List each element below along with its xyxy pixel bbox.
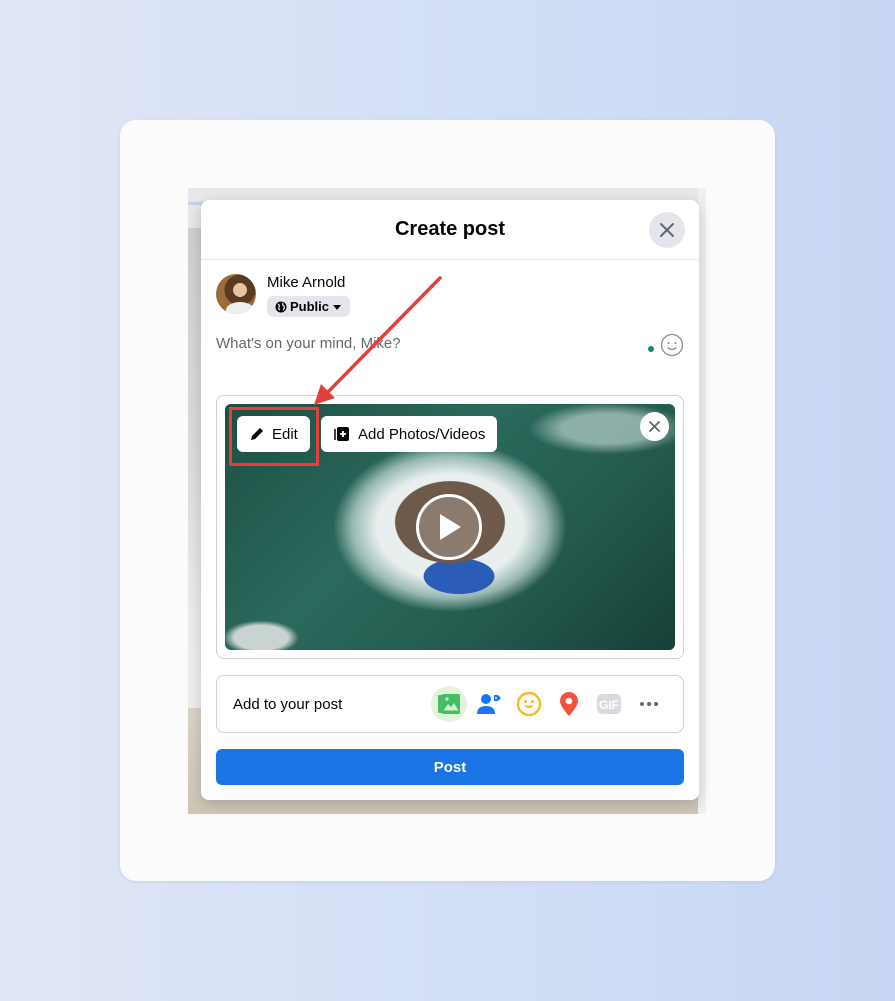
- remove-media-button[interactable]: [640, 412, 669, 441]
- edit-button[interactable]: Edit: [237, 416, 310, 452]
- modal-title: Create post: [394, 218, 506, 240]
- user-row: Mike Arnold Public: [216, 274, 351, 318]
- play-button[interactable]: [416, 494, 482, 560]
- smiley-icon[interactable]: [660, 333, 684, 357]
- photo-video-icon: [438, 694, 460, 714]
- pencil-icon: [251, 428, 263, 440]
- media-attachment: Edit Add Photos/Videos: [216, 395, 684, 659]
- status-dot: [648, 346, 654, 352]
- gif-icon: GIF: [597, 694, 621, 714]
- video-preview[interactable]: Edit Add Photos/Videos: [225, 404, 675, 650]
- add-to-post-icons: GIF: [431, 686, 667, 722]
- background-feed-edge: [188, 228, 202, 788]
- photo-video-button[interactable]: [431, 686, 467, 722]
- more-button[interactable]: [631, 686, 667, 722]
- modal-header: Create post: [201, 200, 699, 260]
- close-icon: [660, 223, 674, 237]
- close-button[interactable]: [649, 212, 685, 248]
- tag-people-icon: [477, 694, 501, 714]
- check-in-button[interactable]: [551, 686, 587, 722]
- globe-icon: [275, 301, 287, 312]
- svg-text:GIF: GIF: [599, 698, 619, 712]
- gif-button[interactable]: GIF: [591, 686, 627, 722]
- audience-selector[interactable]: Public: [267, 296, 351, 317]
- caret-down-icon: [333, 304, 342, 310]
- background-right-edge: [698, 188, 706, 814]
- add-media-icon: [334, 427, 349, 441]
- post-text-input[interactable]: What's on your mind, Mike?: [216, 335, 401, 352]
- close-icon: [649, 421, 660, 432]
- feeling-button[interactable]: [511, 686, 547, 722]
- create-post-modal: Create post Mike Arnold Public What's on…: [201, 200, 699, 800]
- feeling-icon: [516, 691, 542, 717]
- post-button[interactable]: Post: [216, 749, 684, 785]
- edit-label: Edit: [272, 425, 298, 443]
- more-icon: [640, 702, 658, 706]
- add-to-post-label: Add to your post: [233, 695, 343, 713]
- check-in-icon: [560, 692, 578, 716]
- audience-label: Public: [290, 299, 330, 314]
- add-photos-videos-button[interactable]: Add Photos/Videos: [321, 416, 498, 452]
- add-photos-videos-label: Add Photos/Videos: [358, 425, 486, 443]
- user-name: Mike Arnold: [267, 274, 346, 291]
- play-icon: [440, 514, 461, 540]
- tag-people-button[interactable]: [471, 686, 507, 722]
- add-to-post-bar: Add to your post GIF: [216, 675, 684, 733]
- user-meta: Mike Arnold Public: [267, 274, 351, 318]
- avatar: [216, 274, 256, 314]
